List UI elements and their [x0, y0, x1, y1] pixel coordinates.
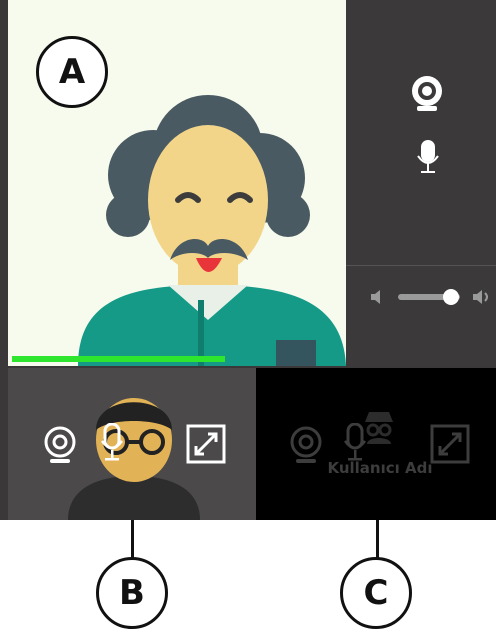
webcam-icon[interactable]: [288, 425, 324, 465]
connection-quality-bar: [12, 356, 225, 362]
panel-divider: [346, 265, 496, 266]
participant-c-username: Kullanıcı Adı: [327, 459, 433, 477]
microphone-icon[interactable]: [416, 140, 440, 176]
microphone-icon[interactable]: [343, 423, 367, 463]
webcam-icon[interactable]: [408, 74, 446, 112]
control-panel: [346, 0, 496, 366]
speaker-low-icon[interactable]: [369, 289, 385, 305]
expand-icon[interactable]: [430, 424, 470, 464]
callout-b-line: [131, 520, 134, 560]
speaker-high-icon[interactable]: [471, 287, 491, 307]
callout-a: A: [36, 36, 108, 108]
microphone-icon[interactable]: [100, 423, 124, 463]
callout-c-line: [376, 520, 379, 560]
callout-b: B: [96, 557, 168, 629]
webcam-icon[interactable]: [42, 425, 78, 465]
expand-icon[interactable]: [186, 424, 226, 464]
callout-c: C: [340, 557, 412, 629]
volume-slider-handle[interactable]: [442, 289, 459, 305]
